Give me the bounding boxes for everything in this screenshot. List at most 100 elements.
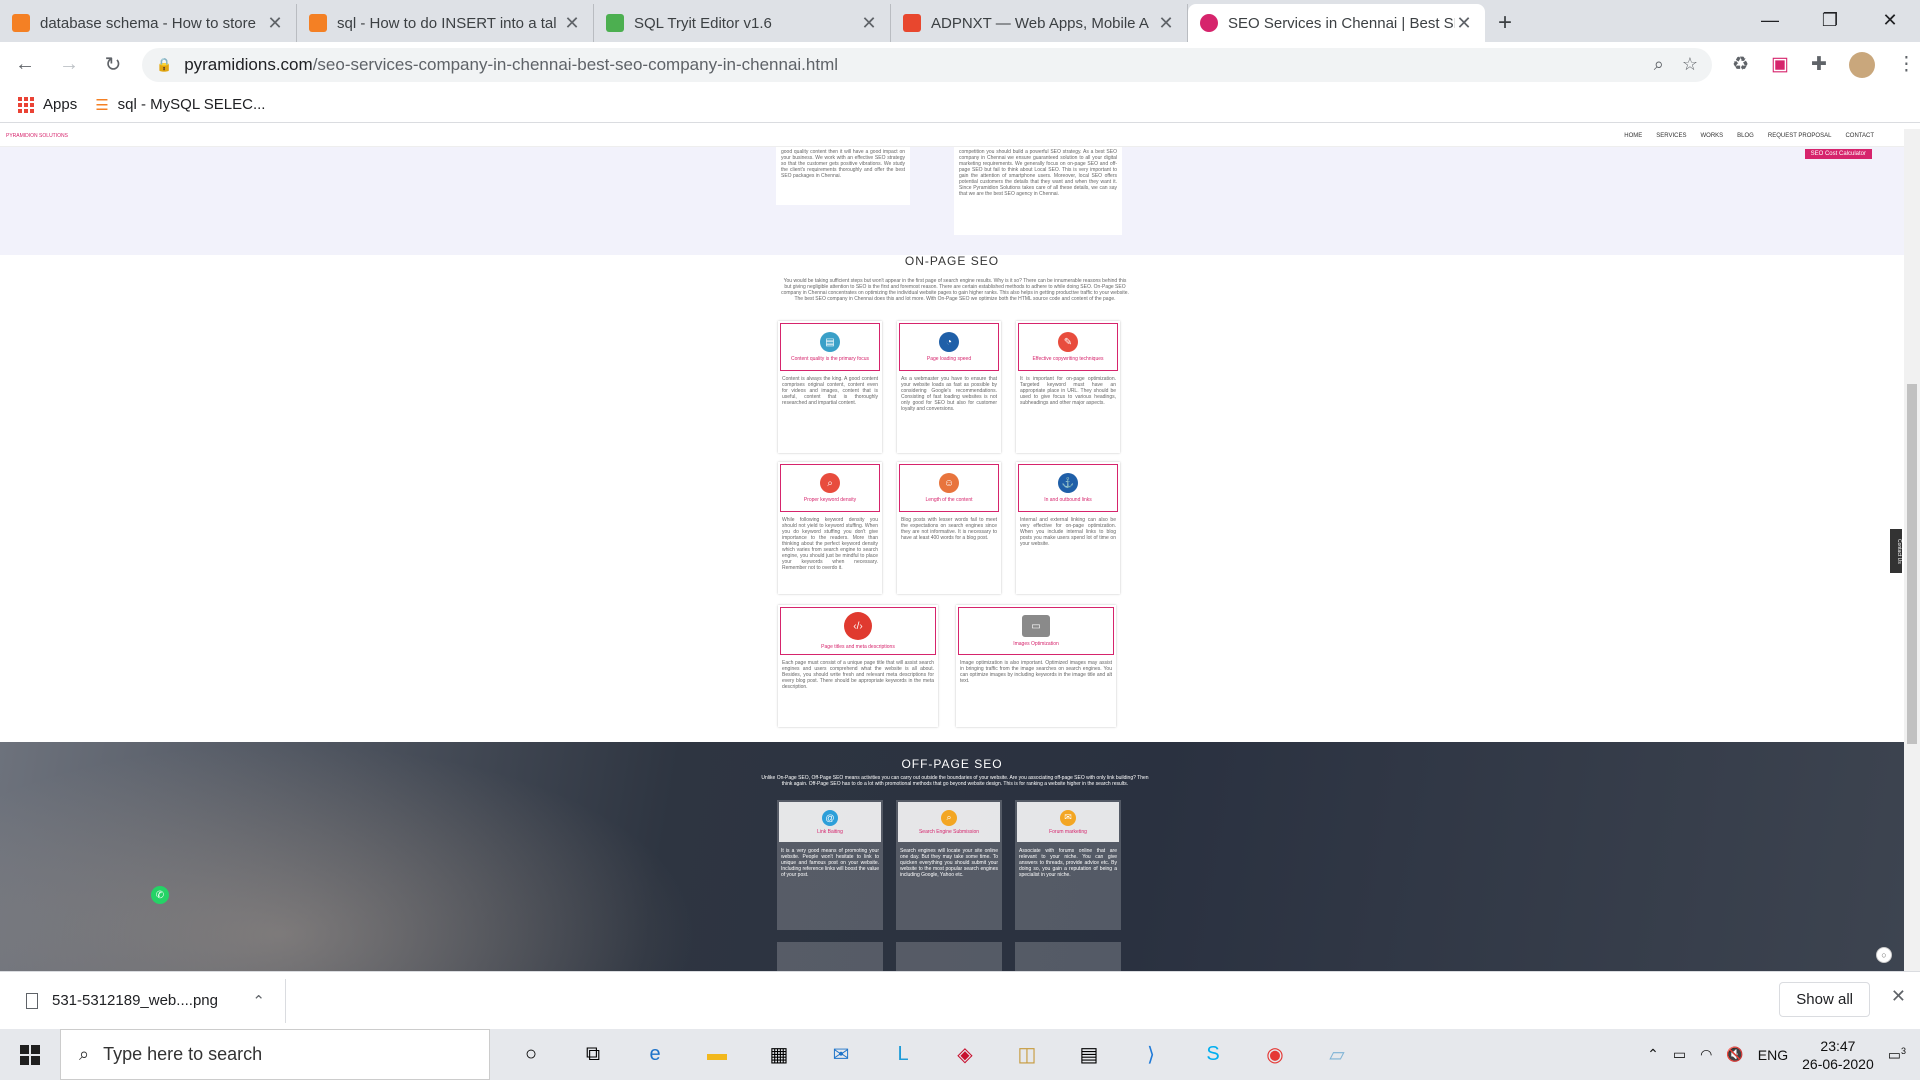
browser-toolbar: ← → ↻ 🔒 pyramidions.com/seo-services-com… <box>0 42 1920 87</box>
notes-app-icon[interactable]: ▱ <box>1306 1029 1368 1080</box>
skype-icon[interactable]: S <box>1182 1029 1244 1080</box>
onpage-title: ON-PAGE SEO <box>904 254 1000 268</box>
edge-icon[interactable]: e <box>624 1029 686 1080</box>
clock[interactable]: 23:47 26-06-2020 <box>1802 1037 1874 1073</box>
nav-blog[interactable]: BLOG <box>1737 133 1754 139</box>
recycle-extension-icon[interactable]: ♻ <box>1732 53 1749 76</box>
offpage-card-partial <box>1015 942 1121 971</box>
back-icon[interactable]: ← <box>6 46 44 84</box>
forward-icon[interactable]: → <box>50 46 88 84</box>
reload-icon[interactable]: ↻ <box>94 46 132 84</box>
chat-bubble-icon[interactable]: ○ <box>1876 947 1892 963</box>
card-text: Internal and external linking can also b… <box>1020 517 1116 547</box>
tab-5-active[interactable]: SEO Services in Chennai | Best SE ✕ <box>1188 4 1485 42</box>
card-text: Search engines will locate your site onl… <box>900 848 998 878</box>
seo-cost-calculator-button[interactable]: SEO Cost Calculator <box>1804 149 1872 159</box>
close-tab-icon[interactable]: ✕ <box>266 13 284 34</box>
bookmark-sql[interactable]: ☰ sql - MySQL SELEC... <box>95 96 265 114</box>
copywriting-icon: ✎ <box>1058 332 1078 352</box>
nav-works[interactable]: WORKS <box>1701 133 1724 139</box>
notifications-icon[interactable]: ▭3 <box>1888 1046 1906 1064</box>
offpage-section: OFF-PAGE SEO Unlike On-Page SEO, Off-Pag… <box>0 742 1904 971</box>
tab-title: sql - How to do INSERT into a tal <box>337 14 557 32</box>
wifi-icon[interactable]: ◠ <box>1700 1046 1712 1063</box>
stackoverflow-favicon-icon <box>309 14 327 32</box>
card-text: It is a very good means of promoting you… <box>781 848 879 878</box>
page-scrollbar[interactable] <box>1904 129 1920 971</box>
mail-icon[interactable]: ✉ <box>810 1029 872 1080</box>
close-tab-icon[interactable]: ✕ <box>563 13 581 34</box>
zoom-icon[interactable]: ⌕ <box>1654 54 1664 75</box>
l-app-icon[interactable]: L <box>872 1029 934 1080</box>
tab-3[interactable]: SQL Tryit Editor v1.6 ✕ <box>594 4 891 42</box>
taskbar-search[interactable]: ⌕ Type here to search <box>60 1029 490 1080</box>
menu-kebab-icon[interactable]: ⋮ <box>1897 53 1916 76</box>
new-tab-button[interactable]: + <box>1485 4 1525 42</box>
offpage-card-partial <box>777 942 883 971</box>
nav-home[interactable]: HOME <box>1624 133 1642 139</box>
close-tab-icon[interactable]: ✕ <box>860 13 878 34</box>
bookmark-star-icon[interactable]: ☆ <box>1682 54 1698 75</box>
show-all-button[interactable]: Show all <box>1779 982 1870 1017</box>
close-tab-icon[interactable]: ✕ <box>1455 13 1473 34</box>
chevron-up-icon[interactable]: ⌃ <box>252 992 265 1010</box>
close-tab-icon[interactable]: ✕ <box>1157 13 1175 34</box>
download-bar: 531-5312189_web....png ⌃ Show all ✕ <box>0 971 1920 1029</box>
restore-icon[interactable]: ❐ <box>1800 0 1860 40</box>
start-button[interactable] <box>0 1029 60 1080</box>
card-text: Content is always the king. A good conte… <box>782 376 878 406</box>
site-logo[interactable]: PYRAMIDION SOLUTIONS <box>6 133 68 139</box>
chrome-icon[interactable]: ◉ <box>1244 1029 1306 1080</box>
network-tool-icon[interactable]: ▤ <box>1058 1029 1120 1080</box>
pocket-extension-icon[interactable]: ▣ <box>1771 53 1789 76</box>
close-window-icon[interactable]: ✕ <box>1860 0 1920 40</box>
package-icon[interactable]: ◫ <box>996 1029 1058 1080</box>
nav-contact[interactable]: CONTACT <box>1845 133 1874 139</box>
nav-services[interactable]: SERVICES <box>1656 133 1686 139</box>
file-explorer-icon[interactable]: ▬ <box>686 1029 748 1080</box>
cortana-icon[interactable]: ○ <box>500 1029 562 1080</box>
tab-2[interactable]: sql - How to do INSERT into a tal ✕ <box>297 4 594 42</box>
code-icon: ‹/› <box>844 612 872 640</box>
previous-card-right: competition you should build a powerful … <box>954 147 1122 235</box>
battery-icon[interactable]: ▭ <box>1673 1046 1686 1063</box>
address-bar[interactable]: 🔒 pyramidions.com/seo-services-company-i… <box>142 47 1712 82</box>
previous-card-left: good quality content then it will have a… <box>776 147 910 205</box>
download-item[interactable]: 531-5312189_web....png ⌃ <box>26 978 286 1023</box>
adpnxt-favicon-icon <box>903 14 921 32</box>
window-controls: — ❐ ✕ <box>1740 0 1920 40</box>
pyramidion-favicon-icon <box>1200 14 1218 32</box>
file-icon <box>26 992 38 1009</box>
minimize-icon[interactable]: — <box>1740 0 1800 40</box>
offpage-card: ✉ Forum marketing Associate with forums o… <box>1015 800 1121 930</box>
mcafee-icon[interactable]: ◈ <box>934 1029 996 1080</box>
card-text: Image optimization is also important. Op… <box>960 660 1112 684</box>
background-photo <box>0 742 700 971</box>
card-text: While following keyword density you shou… <box>782 517 878 571</box>
store-icon[interactable]: ▦ <box>748 1029 810 1080</box>
profile-avatar[interactable] <box>1848 51 1875 78</box>
contact-us-tab[interactable]: Contact Us <box>1890 529 1902 573</box>
card-label: Page titles and meta descriptions <box>821 644 895 650</box>
task-view-icon[interactable]: ⧉ <box>562 1029 624 1080</box>
offpage-intro: Unlike On-Page SEO, Off-Page SEO means a… <box>761 775 1149 787</box>
whatsapp-icon[interactable]: ✆ <box>151 886 169 904</box>
volume-muted-icon[interactable]: 🔇 <box>1726 1046 1743 1063</box>
clock-time: 23:47 <box>1820 1037 1856 1054</box>
close-download-bar-icon[interactable]: ✕ <box>1891 986 1906 1007</box>
card-label: Page loading speed <box>926 356 972 362</box>
offpage-card: @ Link Baiting It is a very good means of… <box>777 800 883 930</box>
bookmark-apps[interactable]: Apps <box>18 96 77 113</box>
taskbar-apps: ○ ⧉ e ▬ ▦ ✉ L ◈ ◫ ▤ ⟩ S ◉ ▱ <box>500 1029 1368 1080</box>
lock-icon: 🔒 <box>156 56 173 72</box>
puzzle-extensions-icon[interactable]: ✚ <box>1811 53 1827 76</box>
tray-chevron-icon[interactable]: ⌃ <box>1647 1046 1659 1063</box>
onpage-card: ▤ Content quality is the primary focus Co… <box>778 321 882 453</box>
nav-request-proposal[interactable]: REQUEST PROPOSAL <box>1768 133 1832 139</box>
language-indicator[interactable]: ENG <box>1758 1047 1788 1063</box>
tab-1[interactable]: database schema - How to store ✕ <box>0 4 297 42</box>
scrollbar-thumb[interactable] <box>1907 384 1917 744</box>
vscode-icon[interactable]: ⟩ <box>1120 1029 1182 1080</box>
tab-4[interactable]: ADPNXT — Web Apps, Mobile A ✕ <box>891 4 1188 42</box>
offpage-title: OFF-PAGE SEO <box>901 757 1003 771</box>
